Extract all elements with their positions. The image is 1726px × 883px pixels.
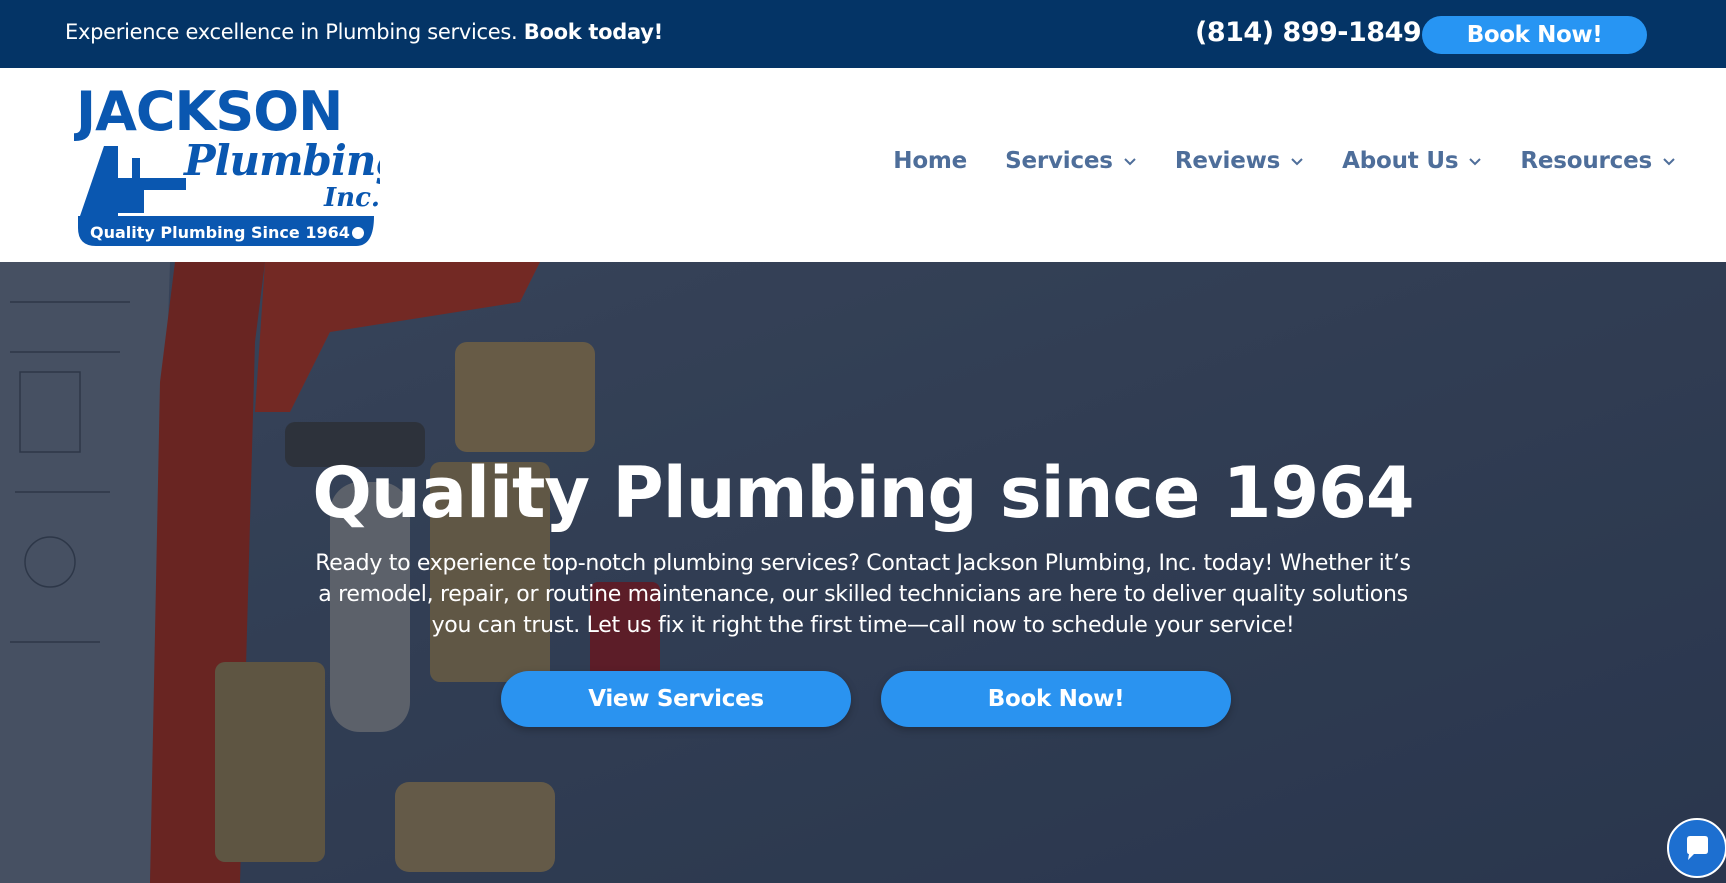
promo-text: Experience excellence in Plumbing servic… xyxy=(65,20,518,44)
hero-description: Ready to experience top-notch plumbing s… xyxy=(315,551,1411,638)
view-services-button[interactable]: View Services xyxy=(501,671,851,727)
nav-reviews[interactable]: Reviews xyxy=(1175,148,1304,174)
chevron-down-icon xyxy=(1291,158,1303,166)
nav-services[interactable]: Services xyxy=(1005,148,1137,174)
nav-resources-label: Resources xyxy=(1520,148,1652,174)
chat-widget-button[interactable] xyxy=(1667,818,1726,878)
book-now-top-button[interactable]: Book Now! xyxy=(1422,16,1647,54)
promo-banner: Experience excellence in Plumbing servic… xyxy=(65,20,663,44)
nav-about-us[interactable]: About Us xyxy=(1342,148,1482,174)
nav-about-us-label: About Us xyxy=(1342,148,1459,174)
svg-text:Plumbing: Plumbing xyxy=(183,136,380,185)
hero-section: Quality Plumbing since 1964 Ready to exp… xyxy=(0,262,1726,883)
nav-services-label: Services xyxy=(1005,148,1113,174)
top-bar: Experience excellence in Plumbing servic… xyxy=(0,0,1726,68)
chevron-down-icon xyxy=(1124,158,1136,166)
hero-title: Quality Plumbing since 1964 xyxy=(312,452,1414,534)
nav-resources[interactable]: Resources xyxy=(1520,148,1676,174)
site-header: JACKSON Plumbing Inc. Quality Plumbing S… xyxy=(0,68,1726,262)
main-nav: Home Services Reviews About Us Resources xyxy=(855,148,1676,174)
chat-icon xyxy=(1687,836,1708,860)
chevron-down-icon xyxy=(1469,158,1482,166)
book-now-hero-button[interactable]: Book Now! xyxy=(881,671,1231,727)
company-logo[interactable]: JACKSON Plumbing Inc. Quality Plumbing S… xyxy=(72,78,405,250)
svg-text:Quality Plumbing Since 1964: Quality Plumbing Since 1964 xyxy=(90,223,350,242)
nav-home[interactable]: Home xyxy=(893,148,967,174)
chevron-down-icon xyxy=(1663,158,1675,166)
nav-home-label: Home xyxy=(893,148,968,174)
promo-cta[interactable]: Book today! xyxy=(524,20,663,44)
svg-text:Inc.: Inc. xyxy=(323,183,380,213)
phone-link[interactable]: (814) 899-1849 xyxy=(1195,17,1422,48)
svg-text:JACKSON: JACKSON xyxy=(74,80,342,143)
nav-reviews-label: Reviews xyxy=(1174,148,1281,174)
